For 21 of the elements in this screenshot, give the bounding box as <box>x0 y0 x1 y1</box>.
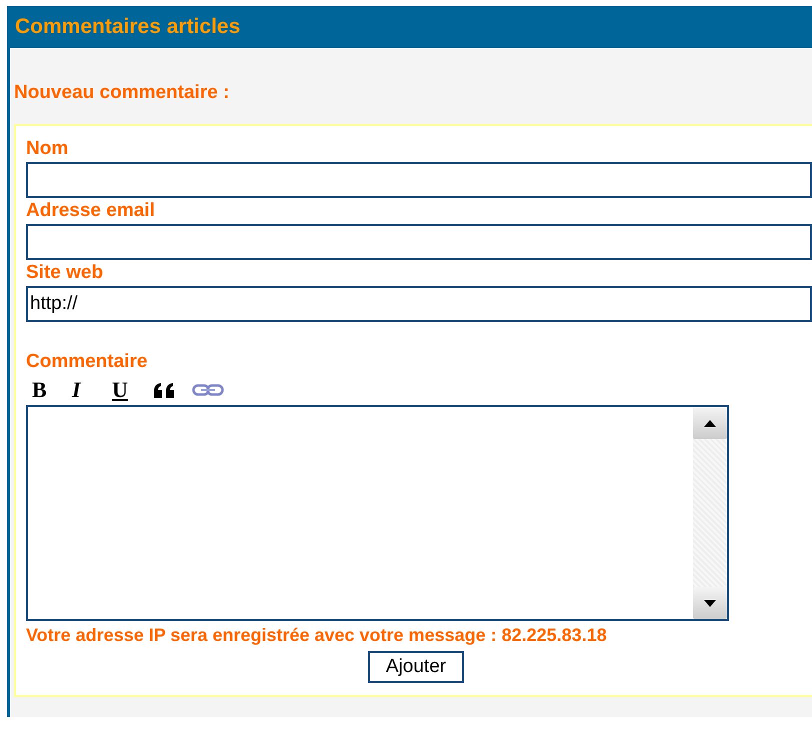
input-field[interactable]: http:// <box>26 286 812 322</box>
italic-button[interactable]: I <box>72 377 112 403</box>
link-icon[interactable] <box>192 383 224 397</box>
field-label: Adresse email <box>26 199 156 223</box>
down-arrow-icon <box>704 600 716 606</box>
field-label: Commentaire <box>26 350 148 374</box>
scrollbar[interactable] <box>693 407 727 619</box>
section-heading: Nouveau commentaire : <box>14 82 230 104</box>
field-label: Site web <box>26 261 104 285</box>
ip-notice: Votre adresse IP sera enregistrée avec votre message : 82.225.83.18 <box>26 625 608 646</box>
input-field[interactable] <box>26 162 812 198</box>
scroll-up-button[interactable] <box>693 407 727 439</box>
panel-title: Commentaires articles <box>15 15 240 39</box>
bold-button[interactable]: B <box>32 377 72 403</box>
comment-textarea[interactable] <box>26 405 729 621</box>
input-field[interactable] <box>26 224 812 260</box>
submit-button[interactable]: Ajouter <box>368 651 464 683</box>
scroll-down-button[interactable] <box>693 587 727 619</box>
up-arrow-icon <box>704 420 716 426</box>
underline-button[interactable]: U <box>112 377 152 403</box>
field-label: Nom <box>26 137 70 161</box>
